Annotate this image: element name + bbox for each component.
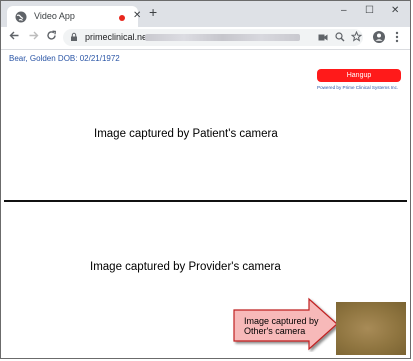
tab-video-app[interactable]: Video App ✕ <box>7 6 141 28</box>
other-camera-thumbnail <box>336 302 406 355</box>
camera-icon[interactable] <box>318 33 328 42</box>
minimize-button[interactable]: – <box>341 5 347 16</box>
provider-camera-caption: Image captured by Provider's camera <box>90 261 281 273</box>
lock-icon <box>71 32 77 41</box>
patient-video <box>4 95 407 199</box>
powered-by-link[interactable]: Powered by Prime Clinical Systems Inc. <box>317 85 398 90</box>
back-button[interactable] <box>9 30 20 44</box>
other-camera-callout: Image captured by Other's camera <box>244 316 319 336</box>
patient-camera-caption: Image captured by Patient's camera <box>94 128 278 140</box>
reload-icon <box>47 30 57 40</box>
star-icon[interactable] <box>351 31 362 42</box>
callout-line-1: Image captured by <box>244 316 319 326</box>
browser-toolbar: primeclinical.net <box>1 27 410 50</box>
profile-icon[interactable] <box>373 31 385 43</box>
globe-icon <box>15 11 27 23</box>
arrow-left-icon <box>9 31 19 40</box>
maximize-button[interactable]: ☐ <box>365 5 374 16</box>
tab-strip: Video App ✕ + – ☐ ✕ <box>1 1 410 28</box>
menu-icon[interactable] <box>395 31 399 43</box>
forward-button[interactable] <box>28 30 39 44</box>
video-divider <box>4 200 407 202</box>
zoom-icon[interactable] <box>335 32 345 42</box>
arrow-right-icon <box>29 31 39 40</box>
tab-close-icon[interactable]: ✕ <box>133 10 141 21</box>
reload-button[interactable] <box>46 30 57 44</box>
patient-info: Bear, Golden DOB: 02/21/1972 <box>9 54 120 63</box>
close-window-button[interactable]: ✕ <box>391 5 399 16</box>
tab-title: Video App <box>34 11 75 21</box>
url-blurred-query <box>145 34 300 41</box>
url-text: primeclinical.net <box>85 32 150 42</box>
callout-line-2: Other's camera <box>244 326 306 336</box>
hangup-button[interactable]: Hangup <box>317 69 401 82</box>
new-tab-button[interactable]: + <box>149 5 157 19</box>
recording-icon <box>119 15 125 21</box>
address-bar[interactable]: primeclinical.net <box>63 29 363 46</box>
